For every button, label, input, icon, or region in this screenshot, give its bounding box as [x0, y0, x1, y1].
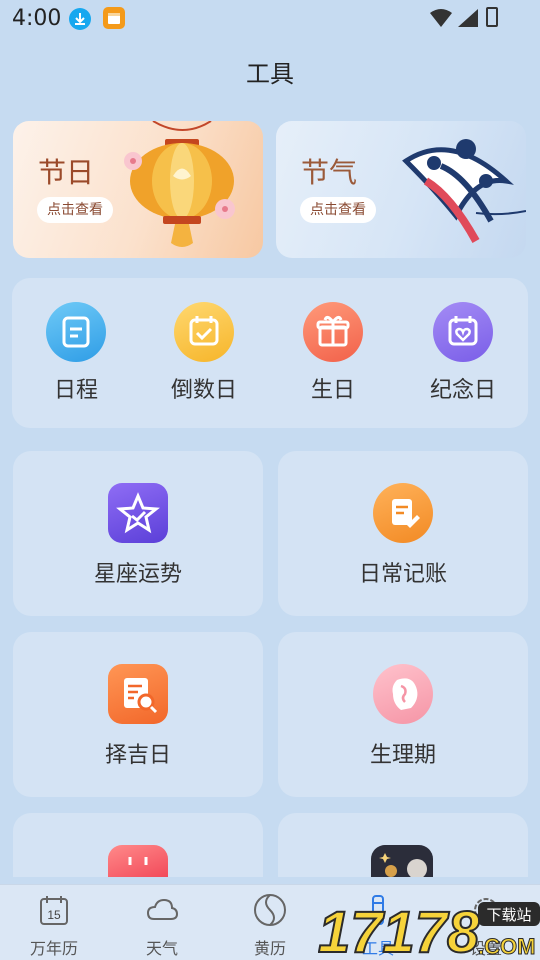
- calendar-icon: 15: [40, 896, 68, 925]
- page-title: 工具: [246, 60, 294, 88]
- tab-label: 设置: [469, 939, 502, 958]
- quick-item-label: 倒数日: [170, 378, 237, 403]
- tab-calendar[interactable]: 15 万年历: [0, 893, 108, 959]
- star-icon: [108, 483, 168, 543]
- tools-icon: [372, 895, 384, 925]
- tile-accounting[interactable]: 日常记账: [278, 451, 528, 616]
- tab-label: 工具: [361, 939, 394, 958]
- tab-label: 万年历: [29, 939, 78, 958]
- search-document-icon: [108, 664, 168, 724]
- quick-actions-card: 日程 倒数日 生日 纪念日: [12, 278, 528, 428]
- cloud-icon: [146, 898, 179, 920]
- tab-label: 黄历: [253, 939, 286, 958]
- schedule-icon: [46, 302, 106, 362]
- tab-tools[interactable]: 工具: [324, 893, 432, 959]
- tab-weather[interactable]: 天气: [108, 893, 216, 959]
- tile-label: 日常记账: [358, 562, 447, 587]
- tab-label: 天气: [145, 939, 178, 958]
- battery-icon: [486, 7, 498, 27]
- tile-auspicious-day[interactable]: 择吉日: [13, 632, 263, 797]
- tile-label: 择吉日: [104, 743, 171, 768]
- quick-item-schedule[interactable]: 日程: [16, 302, 136, 404]
- calendar-app-icon: [103, 7, 125, 29]
- tile-partial-left[interactable]: [13, 813, 263, 877]
- quick-item-label: 纪念日: [429, 378, 496, 403]
- tile-label: 生理期: [369, 743, 436, 768]
- tile-label: 星座运势: [93, 562, 182, 587]
- festival-banner[interactable]: 节日 点击查看: [13, 121, 263, 258]
- status-bar: 4:00: [0, 0, 540, 36]
- dream-illustration-icon: [371, 845, 433, 879]
- quick-item-countdown[interactable]: 倒数日: [144, 302, 264, 404]
- tab-almanac[interactable]: 黄历: [216, 893, 324, 959]
- yin-yang-icon: [254, 894, 286, 926]
- quick-item-label: 生日: [310, 378, 355, 403]
- calendar-icon-day: 15: [47, 908, 61, 922]
- quick-item-anniversary[interactable]: 纪念日: [403, 302, 523, 404]
- note-edit-icon: [373, 483, 433, 543]
- quick-item-label: 日程: [53, 378, 98, 403]
- lantern-icon: [124, 121, 235, 247]
- countdown-icon: [174, 302, 234, 362]
- anniversary-icon: [433, 302, 493, 362]
- download-icon: [69, 8, 91, 30]
- gear-icon: [474, 898, 498, 922]
- tab-settings[interactable]: 设置: [432, 893, 540, 959]
- woman-profile-icon: [373, 664, 433, 724]
- tile-horoscope[interactable]: 星座运势: [13, 451, 263, 616]
- tile-period[interactable]: 生理期: [278, 632, 528, 797]
- kite-icon: [402, 139, 526, 243]
- gift-icon: [303, 302, 363, 362]
- bottom-tab-bar: 15 万年历 天气 黄历 工具 设置: [0, 884, 540, 960]
- calendar-icon: [108, 845, 168, 877]
- quick-item-birthday[interactable]: 生日: [273, 302, 393, 404]
- status-time: 4:00: [12, 6, 62, 31]
- solar-term-banner[interactable]: 节气 点击查看: [276, 121, 526, 258]
- tile-partial-right[interactable]: [278, 813, 528, 879]
